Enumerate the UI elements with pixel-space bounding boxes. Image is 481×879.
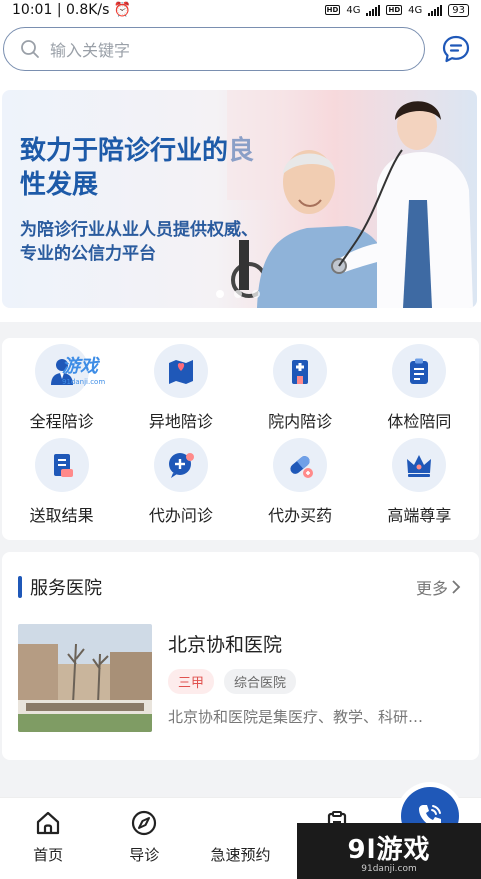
search-placeholder: 输入关键字 bbox=[50, 41, 131, 60]
banner-carousel[interactable]: 致力于陪诊行业的良性发展 为陪诊行业从业人员提供权威、专业的公信力平台 bbox=[2, 90, 477, 308]
service-in-hospital-escort[interactable]: 院内陪诊 bbox=[241, 344, 360, 438]
home-icon bbox=[36, 811, 60, 835]
watermark-logo-domain: 91danji.com bbox=[361, 863, 417, 874]
nav-guide[interactable]: 导诊 bbox=[96, 810, 192, 865]
corner-watermark-logo: 9l游戏 91danji.com bbox=[297, 823, 481, 879]
section-accent-bar bbox=[18, 576, 22, 598]
nav-label: 导诊 bbox=[129, 846, 160, 864]
service-proxy-medicine[interactable]: 代办买药 bbox=[241, 438, 360, 532]
search-input[interactable]: 输入关键字 bbox=[3, 27, 425, 71]
bottom-nav: 首页 导诊 急速预约 订 bbox=[0, 782, 481, 879]
hd-icon: HD bbox=[324, 5, 341, 15]
banner-title: 致力于陪诊行业的良性发展 bbox=[20, 136, 255, 200]
service-label: 送取结果 bbox=[29, 506, 94, 525]
more-label: 更多 bbox=[415, 579, 448, 598]
chat-bubble-icon bbox=[442, 35, 470, 63]
service-checkup-escort[interactable]: 体检陪同 bbox=[360, 344, 479, 438]
service-premium[interactable]: 高端尊享 bbox=[360, 438, 479, 532]
network-label-1: 4G bbox=[346, 4, 361, 16]
service-label: 代办问诊 bbox=[148, 506, 213, 525]
banner-section: 致力于陪诊行业的良性发展 为陪诊行业从业人员提供权威、专业的公信力平台 bbox=[0, 78, 481, 322]
clipboard-icon bbox=[410, 358, 429, 384]
service-label: 全程陪诊 bbox=[29, 412, 94, 431]
service-remote-escort[interactable]: 异地陪诊 bbox=[121, 344, 240, 438]
section-title: 服务医院 bbox=[30, 578, 102, 599]
network-label-2: 4G bbox=[408, 4, 423, 16]
hospital-list-item[interactable]: 北京协和医院 三甲 综合医院 北京协和医院是集医疗、教学、科研… bbox=[18, 624, 461, 732]
carousel-dot[interactable] bbox=[234, 290, 242, 298]
service-proxy-consult[interactable]: 代办问诊 bbox=[121, 438, 240, 532]
hospital-image bbox=[18, 624, 152, 732]
nav-home[interactable]: 首页 bbox=[0, 810, 96, 865]
compass-icon bbox=[132, 810, 157, 836]
report-icon bbox=[53, 454, 73, 477]
hd-icon-2: HD bbox=[386, 5, 403, 15]
hospital-building-icon bbox=[292, 360, 309, 384]
consult-chat-icon bbox=[168, 453, 194, 478]
hospital-type-badge: 综合医院 bbox=[224, 669, 297, 694]
nav-label: 急速预约 bbox=[210, 846, 271, 864]
pill-icon bbox=[290, 456, 314, 478]
banner-subtitle: 为陪诊行业从业人员提供权威、专业的公信力平台 bbox=[20, 220, 258, 264]
more-link[interactable]: 更多 bbox=[416, 575, 461, 599]
banner-doctor-patient-image bbox=[227, 90, 473, 308]
hospital-name: 北京协和医院 bbox=[168, 634, 283, 656]
hospital-section-header: 服务医院 更多 bbox=[18, 574, 461, 600]
alarm-icon: ⏰ bbox=[113, 2, 132, 18]
message-button[interactable] bbox=[439, 32, 473, 66]
signal-icon-2 bbox=[428, 4, 443, 16]
signal-icon bbox=[366, 4, 381, 16]
service-label: 代办买药 bbox=[268, 506, 333, 525]
watermark-logo-text: 9l游戏 bbox=[347, 834, 431, 865]
chevron-right-icon bbox=[452, 580, 461, 594]
carousel-dots bbox=[216, 290, 260, 298]
search-row: 输入关键字 bbox=[0, 20, 481, 78]
service-label: 体检陪同 bbox=[387, 412, 452, 431]
nav-label: 首页 bbox=[33, 846, 64, 864]
service-label: 院内陪诊 bbox=[268, 412, 333, 431]
carousel-dot[interactable] bbox=[252, 290, 260, 298]
hospital-description: 北京协和医院是集医疗、教学、科研… bbox=[168, 708, 424, 726]
carousel-dot[interactable] bbox=[216, 290, 224, 298]
status-left: 10:01 | 0.8K/s ⏰ bbox=[12, 2, 132, 18]
search-icon bbox=[21, 40, 39, 58]
battery-icon: 93 bbox=[448, 3, 469, 17]
status-speed: 0.8K/s bbox=[65, 2, 110, 18]
status-time: 10:01 bbox=[12, 2, 53, 18]
status-bar: 10:01 | 0.8K/s ⏰ HD 4G HD 4G 93 bbox=[0, 0, 481, 20]
status-right: HD 4G HD 4G 93 bbox=[324, 3, 469, 17]
hospital-section: 服务医院 更多 北京协和医院 三甲 综合医院 北京协和医院是集医疗、教学、科研… bbox=[2, 552, 479, 760]
nav-quick-booking[interactable]: 急速预约 bbox=[192, 782, 465, 865]
watermark-overlay: 游戏 91danji.com bbox=[62, 356, 106, 386]
service-result-delivery[interactable]: 送取结果 bbox=[2, 438, 121, 532]
map-heart-icon bbox=[168, 360, 193, 384]
service-label: 异地陪诊 bbox=[148, 412, 213, 431]
service-label: 高端尊享 bbox=[387, 506, 452, 525]
crown-icon bbox=[407, 455, 432, 477]
hospital-level-badge: 三甲 bbox=[168, 669, 215, 694]
